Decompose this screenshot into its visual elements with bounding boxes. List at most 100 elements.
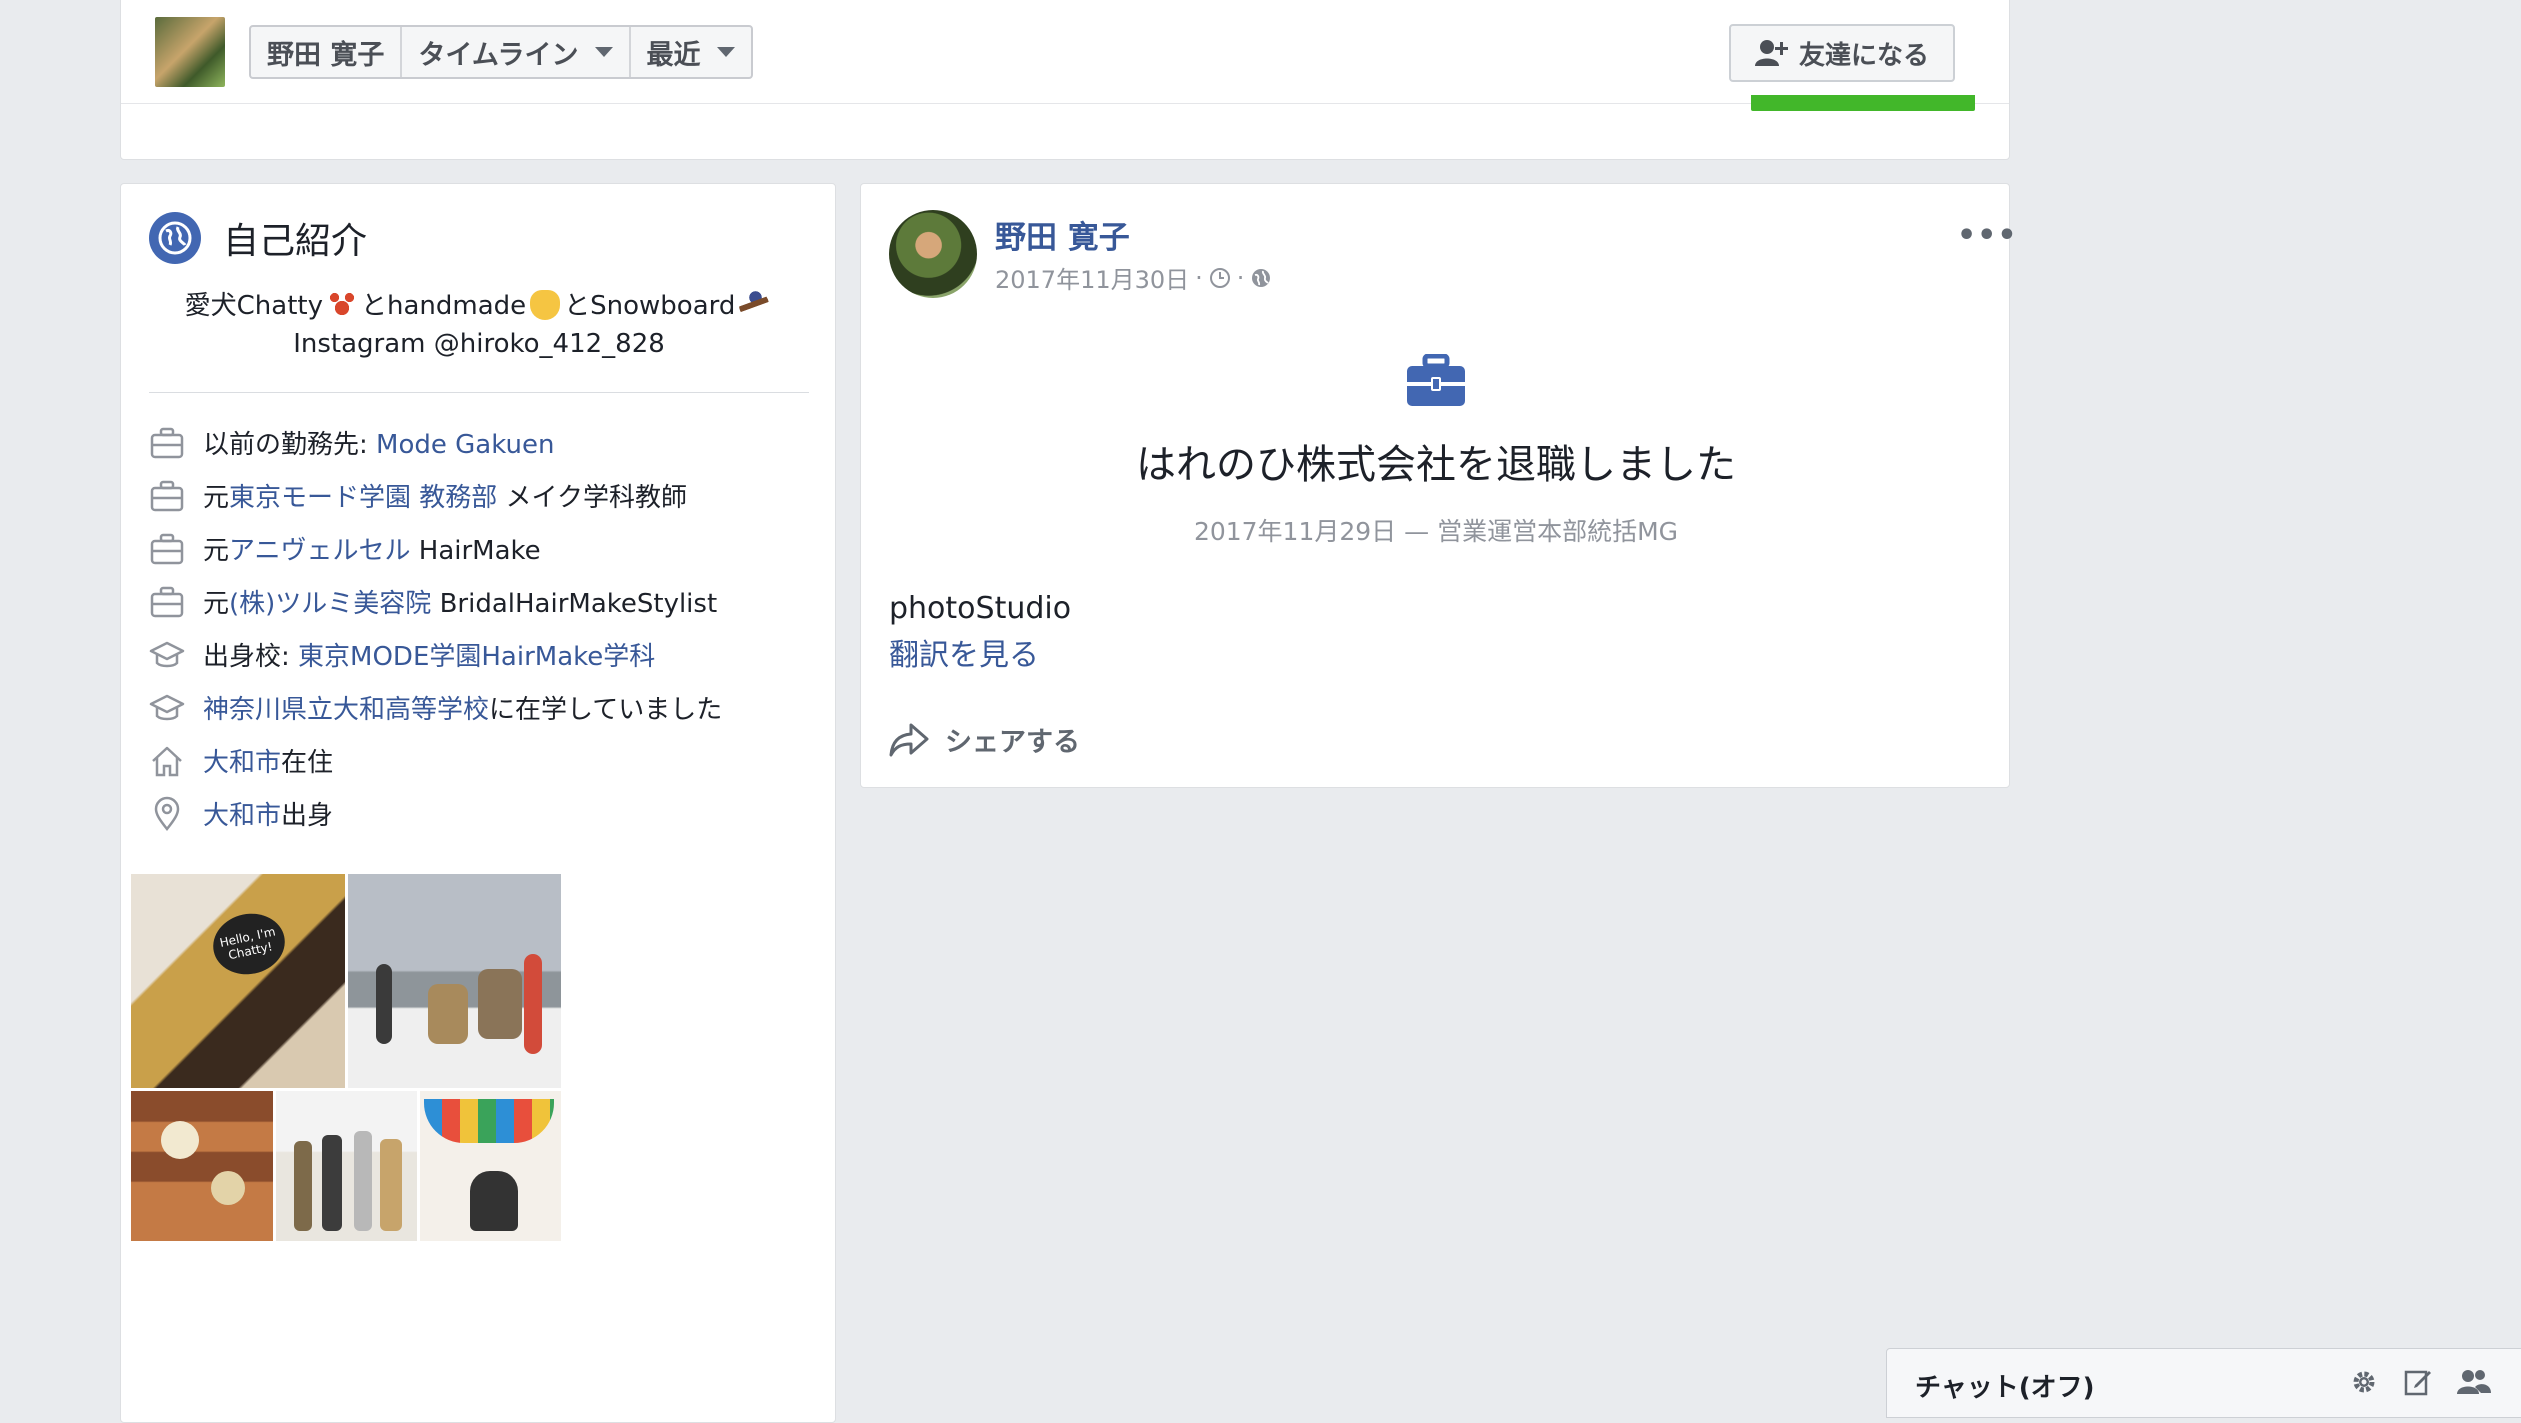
intro-fact-text: 元東京モード学園 教務部 メイク学科教師 xyxy=(203,477,687,514)
graduation-cap-icon xyxy=(149,637,185,673)
briefcase-icon xyxy=(1407,353,1465,406)
globe-icon xyxy=(149,212,201,264)
clock-icon xyxy=(1209,267,1230,288)
intro-fact-link[interactable]: 大和市 xyxy=(203,748,281,778)
breadcrumb-recent-dropdown[interactable]: 最近 xyxy=(631,27,751,77)
see-translation-link[interactable]: 翻訳を見る xyxy=(889,630,1039,674)
intro-fact-link[interactable]: Mode Gakuen xyxy=(376,430,554,460)
intro-fact-link[interactable]: (株)ツルミ美容院 xyxy=(229,589,431,619)
intro-fact-link[interactable]: 神奈川県立大和高等学校 xyxy=(203,695,489,725)
bio-line-2: Instagram @hiroko_412_828 xyxy=(293,329,665,359)
profile-topbar: 野田 寛子 タイムライン 最近 友達になる xyxy=(120,0,2010,160)
life-event-block: はれのひ株式会社を退職しました 2017年11月29日 — 営業運営本部統括MG xyxy=(861,353,2011,548)
add-people-icon[interactable] xyxy=(2457,1367,2491,1397)
post-date[interactable]: 2017年11月30日 xyxy=(995,260,1189,295)
snowboarder-emoji-icon xyxy=(739,290,770,320)
share-icon xyxy=(889,723,929,756)
bio-part-a: 愛犬Chatty xyxy=(184,291,323,321)
intro-fact-prefix: 元 xyxy=(203,483,230,513)
intro-fact-text: 神奈川県立大和高等学校に在学していました xyxy=(203,689,722,726)
hand-emoji-icon xyxy=(530,290,561,320)
post-options-icon[interactable]: ••• xyxy=(1957,218,2018,253)
intro-fact-item: 大和市在住 xyxy=(149,734,829,787)
briefcase-icon xyxy=(149,584,185,620)
timeline-breadcrumb: 野田 寛子 タイムライン 最近 xyxy=(249,25,753,79)
profile-thumbnail-avatar[interactable] xyxy=(155,17,225,87)
post-meta: 2017年11月30日 · · xyxy=(995,260,1272,295)
add-friend-icon xyxy=(1754,40,1788,66)
meta-dot: · xyxy=(1195,263,1203,292)
intro-fact-suffix: メイク学科教師 xyxy=(497,483,688,513)
intro-fact-item: 以前の勤務先: Mode Gakuen xyxy=(149,416,829,469)
post-author-avatar[interactable] xyxy=(889,210,977,298)
gear-icon[interactable] xyxy=(2349,1367,2379,1397)
photo-sign-text: Hello, I'm Chatty! xyxy=(218,924,277,963)
breadcrumb-name[interactable]: 野田 寛子 xyxy=(251,27,403,77)
bio-line-1: 愛犬Chatty とhandmade とSnowboard xyxy=(121,287,835,325)
briefcase-icon xyxy=(149,425,185,461)
chat-label[interactable]: チャット(オフ) xyxy=(1915,1367,2095,1404)
intro-header: 自己紹介 xyxy=(149,212,367,264)
add-friend-button[interactable]: 友達になる xyxy=(1729,24,1955,82)
briefcase-icon xyxy=(149,531,185,567)
intro-fact-link[interactable]: アニヴェルセル xyxy=(229,536,410,566)
intro-fact-text: 以前の勤務先: Mode Gakuen xyxy=(203,424,554,461)
intro-fact-link[interactable]: 東京MODE学園HairMake学科 xyxy=(298,642,655,672)
intro-fact-prefix: 出身校: xyxy=(203,642,299,672)
life-event-subtitle: 2017年11月29日 — 営業運営本部統括MG xyxy=(861,512,2011,548)
post-author-name[interactable]: 野田 寛子 xyxy=(995,212,1130,257)
bio-part-b: とhandmade xyxy=(360,291,527,321)
graduation-cap-icon xyxy=(149,690,185,726)
life-event-title: はれのひ株式会社を退職しました xyxy=(1136,442,1736,488)
intro-fact-prefix: 以前の勤務先: xyxy=(203,430,377,460)
featured-photo-birthday-dog[interactable] xyxy=(420,1091,561,1241)
intro-card: 自己紹介 愛犬Chatty とhandmade とSnowboard Instagr… xyxy=(120,183,836,1423)
intro-separator xyxy=(149,392,809,393)
intro-title: 自己紹介 xyxy=(223,221,368,262)
breadcrumb-recent-label: 最近 xyxy=(646,39,701,71)
share-label: シェアする xyxy=(945,727,1080,758)
briefcase-icon xyxy=(149,478,185,514)
chevron-down-icon xyxy=(716,47,735,57)
life-event-role: 営業運営本部統括MG xyxy=(1437,517,1679,546)
intro-fact-suffix: HairMake xyxy=(410,536,541,566)
intro-fact-item: 大和市出身 xyxy=(149,787,829,840)
intro-fact-text: 大和市出身 xyxy=(203,795,333,832)
breadcrumb-timeline-label: タイムライン xyxy=(418,39,579,71)
intro-fact-text: 大和市在住 xyxy=(203,742,333,779)
featured-photo-snowboard-group[interactable] xyxy=(348,874,561,1088)
compose-icon[interactable] xyxy=(2403,1367,2433,1397)
globe-privacy-icon[interactable] xyxy=(1250,267,1272,289)
photo-sign: Hello, I'm Chatty! xyxy=(207,907,291,981)
intro-fact-prefix: 元 xyxy=(203,536,230,566)
bio-text: 愛犬Chatty とhandmade とSnowboard Instagram @h… xyxy=(121,287,835,363)
chevron-down-icon xyxy=(594,47,613,57)
chat-toolbar xyxy=(2349,1367,2491,1397)
intro-fact-link[interactable]: 東京モード学園 教務部 xyxy=(229,483,497,513)
location-pin-icon xyxy=(149,796,185,832)
intro-fact-prefix: 元 xyxy=(203,589,230,619)
intro-fact-item: 元東京モード学園 教務部 メイク学科教師 xyxy=(149,469,829,522)
life-event-post: 野田 寛子 2017年11月30日 · · ••• はれのひ株式会社を退職しまし… xyxy=(860,183,2017,788)
chat-bar[interactable]: チャット(オフ) xyxy=(1886,1348,2521,1418)
intro-fact-suffix: に在学していました xyxy=(489,695,723,725)
topbar-divider xyxy=(121,103,2009,104)
intro-fact-text: 出身校: 東京MODE学園HairMake学科 xyxy=(203,636,655,673)
bio-part-c: とSnowboard xyxy=(564,291,736,321)
intro-fact-item: 出身校: 東京MODE学園HairMake学科 xyxy=(149,628,829,681)
meta-dot: · xyxy=(1236,263,1245,292)
post-text: photoStudio xyxy=(889,591,1072,626)
featured-photo-dog[interactable]: Hello, I'm Chatty! xyxy=(131,874,345,1088)
featured-photo-crafts[interactable] xyxy=(131,1091,273,1241)
intro-fact-text: 元アニヴェルセル HairMake xyxy=(203,530,541,567)
intro-fact-item: 神奈川県立大和高等学校に在学していました xyxy=(149,681,829,734)
featured-photo-group-boards[interactable] xyxy=(276,1091,417,1241)
intro-fact-link[interactable]: 大和市 xyxy=(203,801,281,831)
share-button[interactable]: シェアする xyxy=(889,720,1080,759)
life-event-dash: — xyxy=(1396,517,1438,546)
active-tab-indicator xyxy=(1751,95,1975,111)
life-event-date: 2017年11月29日 xyxy=(1193,517,1397,546)
add-friend-label: 友達になる xyxy=(1798,40,1929,71)
breadcrumb-timeline-dropdown[interactable]: タイムライン xyxy=(402,27,631,77)
intro-facts-list: 以前の勤務先: Mode Gakuen 元東京モード学園 教務部 メイク学科教師元… xyxy=(149,416,829,840)
